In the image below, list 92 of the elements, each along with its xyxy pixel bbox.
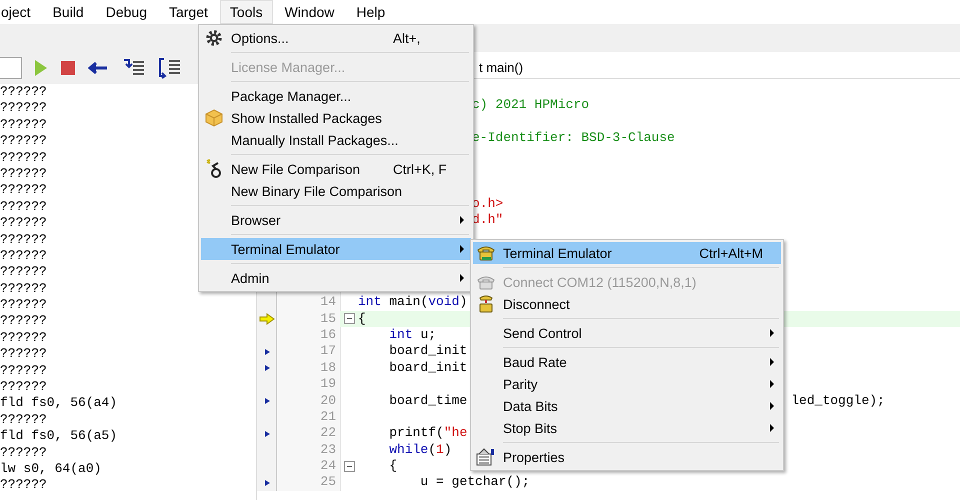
package-icon — [205, 109, 223, 127]
menu-bar-item[interactable]: Help — [346, 0, 396, 24]
menu-item[interactable]: Properties — [473, 446, 781, 468]
menu-item[interactable]: Show Installed Packages — [201, 107, 471, 129]
disassembly-line: ?????? — [0, 182, 47, 198]
line-number: 22 — [320, 425, 336, 440]
menu-item[interactable]: Terminal Emulator — [201, 238, 471, 260]
menu-item[interactable]: Parity — [473, 373, 781, 395]
line-number: 20 — [320, 392, 336, 408]
disassembly-line: ?????? — [0, 116, 47, 132]
menu-bar-item[interactable]: Window — [274, 0, 344, 24]
address-field[interactable] — [0, 57, 22, 79]
line-number: 16 — [320, 326, 336, 342]
disassembly-line: ?????? — [0, 198, 47, 214]
current-line-arrow-icon — [259, 312, 275, 325]
menu-item[interactable]: New File Comparison Ctrl+K, F — [201, 158, 471, 180]
disassembly-line: ?????? — [0, 346, 47, 362]
line-number: 15 — [320, 310, 336, 326]
back-arrow-icon[interactable] — [88, 61, 108, 75]
disassembly-line: ?????? — [0, 215, 47, 230]
disassembly-line: ?????? — [0, 248, 47, 263]
disassembly-line: ?????? — [0, 280, 47, 296]
menu-bar-item[interactable]: Build — [42, 0, 94, 24]
line-number: 17 — [320, 343, 336, 358]
disassembly-line: ?????? — [0, 232, 47, 247]
line-number: 14 — [320, 294, 336, 310]
disassembly-line: ?????? — [0, 313, 47, 328]
menu-item[interactable]: Data Bits — [473, 395, 781, 417]
disassembly-line: ?????? — [0, 362, 47, 378]
disassembly-line: ?????? — [0, 166, 47, 181]
menu-bar-item[interactable]: Tools — [220, 0, 273, 24]
compare-icon — [206, 159, 222, 179]
breakpoint-marker-icon — [264, 364, 270, 371]
code-line: led_toggle); — [791, 392, 885, 409]
menu-item[interactable]: Browser — [201, 209, 471, 231]
menu-item[interactable]: Terminal Emulator Ctrl+Alt+M — [473, 242, 781, 264]
disassembly-line: ?????? — [0, 444, 47, 460]
code-line: { — [358, 310, 366, 327]
code-line: board_time — [388, 392, 468, 409]
disassembly-line: ?????? — [0, 133, 47, 148]
disassembly-line: ?????? — [0, 84, 47, 99]
line-number: 23 — [320, 442, 336, 457]
disassembly-line: fld fs0, 56(a4) — [0, 395, 118, 410]
code-line: int u; — [388, 326, 436, 344]
telephone-icon — [476, 244, 496, 262]
stop-icon[interactable] — [60, 60, 76, 76]
menu-item[interactable]: Baud Rate — [473, 351, 781, 373]
telephone-icon — [476, 274, 496, 290]
menu-bar-item[interactable]: Debug — [96, 0, 157, 24]
code-line: int main(void) — [358, 294, 468, 311]
disassembly-line: ?????? — [0, 379, 47, 394]
line-number: 21 — [320, 408, 336, 424]
disassembly-line: lw s0, 64(a0) — [0, 460, 102, 476]
menu-bar-item[interactable]: Target — [158, 0, 218, 24]
disassembly-line: ?????? — [0, 477, 47, 492]
line-number: 18 — [320, 360, 336, 375]
code-line: board_init — [388, 343, 468, 360]
step-over-icon[interactable] — [158, 57, 182, 79]
disassembly-line: fld fs0, 56(a5) — [0, 428, 118, 444]
fold-icon[interactable] — [344, 313, 354, 324]
code-line: printf("he — [388, 425, 468, 442]
gear-icon — [205, 29, 223, 47]
code-line: e-Identifier: BSD-3-Clause — [472, 130, 675, 146]
properties-icon — [476, 448, 496, 466]
telephone-icon — [477, 294, 495, 314]
breakpoint-marker-icon — [264, 430, 270, 436]
menu-item[interactable]: Stop Bits — [473, 417, 781, 439]
menu-item[interactable]: Admin — [201, 267, 471, 289]
menu-item[interactable]: Send Control — [473, 322, 781, 344]
breakpoint-marker-icon — [264, 480, 270, 486]
menu-item[interactable]: Manually Install Packages... — [201, 129, 471, 151]
menu-item[interactable]: Disconnect — [473, 293, 781, 315]
fold-icon[interactable] — [344, 460, 354, 472]
menu-item[interactable]: New Binary File Comparison — [201, 180, 471, 202]
breakpoint-marker-icon — [264, 348, 270, 355]
line-number: 19 — [320, 376, 336, 392]
disassembly-line: ?????? — [0, 297, 47, 312]
code-line: { — [388, 458, 398, 474]
line-number: 25 — [320, 474, 336, 490]
disassembly-line: ?????? — [0, 264, 47, 280]
code-line: board_init — [388, 360, 468, 376]
line-number: 24 — [320, 458, 336, 474]
code-line: u = getchar(); — [419, 474, 530, 491]
disassembly-line: ?????? — [0, 412, 47, 427]
breakpoint-marker-icon — [264, 398, 270, 404]
disassembly-line: ?????? — [0, 150, 47, 165]
menu-item[interactable]: Package Manager... — [201, 85, 471, 107]
function-dropdown[interactable]: t main() — [479, 60, 524, 74]
menu-bar-item[interactable]: oject — [0, 0, 41, 24]
disassembly-line: ?????? — [0, 330, 47, 345]
code-line: while(1) — [388, 442, 452, 458]
disassembly-line: ?????? — [0, 100, 47, 116]
